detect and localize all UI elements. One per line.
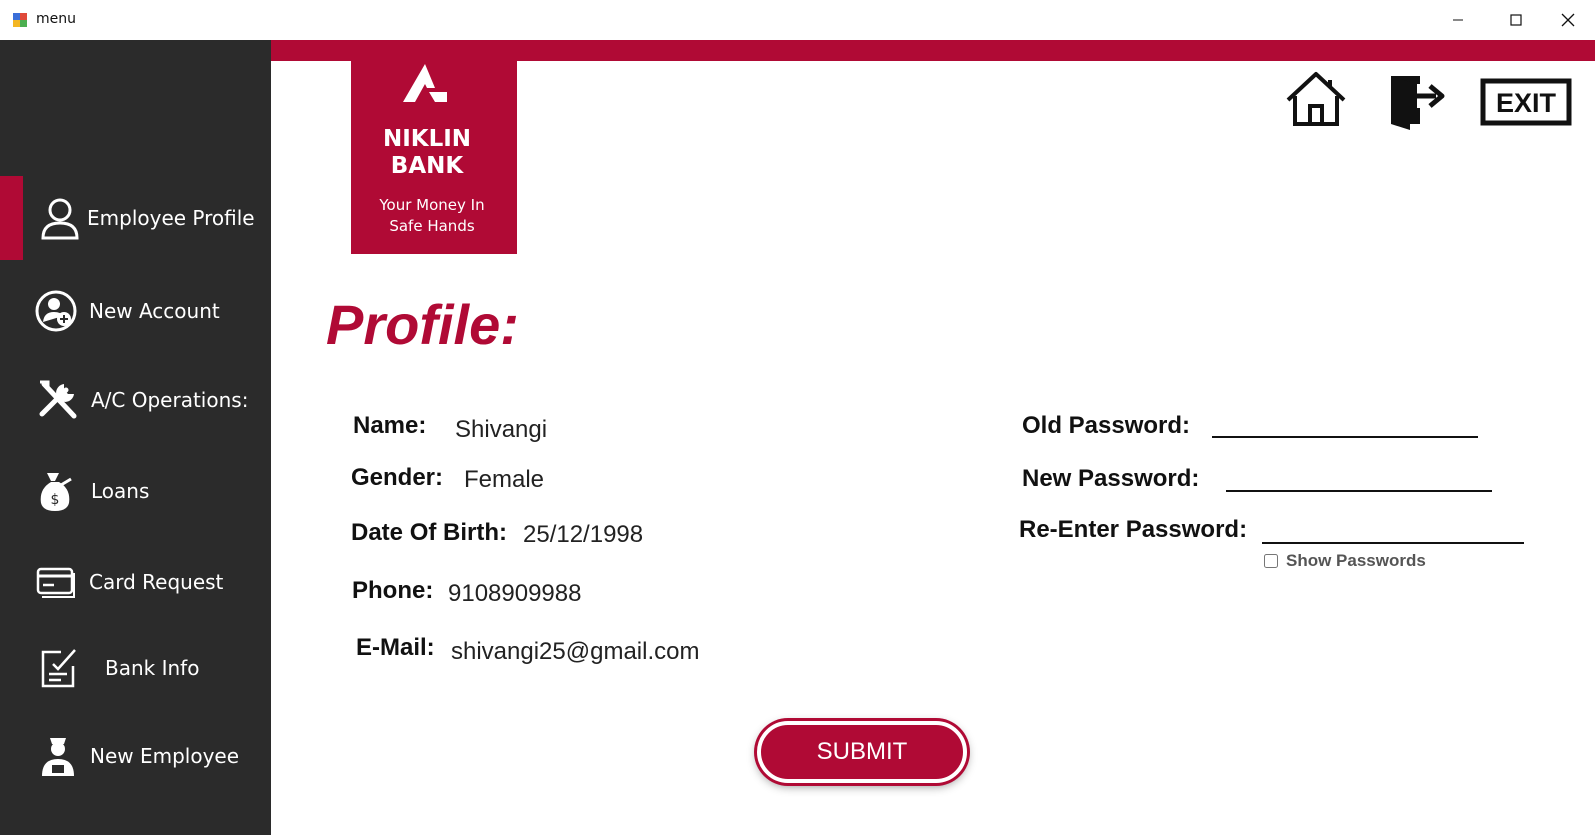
minimize-icon [1453, 19, 1463, 21]
dob-value: 25/12/1998 [523, 521, 644, 548]
reenter-password-field[interactable] [1262, 514, 1524, 544]
logout-icon[interactable] [1388, 70, 1448, 132]
sidebar-item-label: Bank Info [105, 656, 200, 680]
email-label: E-Mail: [356, 634, 435, 661]
bank-name-line-1: NIKLIN [382, 126, 472, 152]
sidebar-item-label: Employee Profile [87, 206, 255, 230]
sidebar-item-new-employee[interactable]: New Employee [0, 714, 271, 798]
sidebar-item-label: Loans [91, 479, 150, 503]
svg-text:$: $ [51, 492, 60, 508]
page-title: Profile: [326, 293, 519, 356]
gender-label: Gender: [351, 464, 444, 491]
sidebar-item-label: Card Request [89, 570, 224, 594]
submit-button[interactable]: SUBMIT [757, 721, 967, 783]
new-password-field[interactable] [1226, 462, 1492, 492]
new-password-label: New Password: [1022, 465, 1200, 492]
card-icon [36, 567, 75, 598]
exit-icon[interactable]: EXIT [1480, 78, 1572, 126]
maximize-icon [1510, 14, 1522, 26]
gender-value: Female [464, 466, 545, 493]
name-label: Name: [353, 412, 427, 439]
name-value: Shivangi [455, 416, 548, 443]
checklist-icon [41, 649, 76, 688]
maximize-button[interactable] [1488, 0, 1544, 40]
bank-logo-mark [403, 64, 447, 102]
show-passwords-toggle[interactable]: Show Passwords [1264, 551, 1426, 571]
show-passwords-label: Show Passwords [1286, 551, 1426, 570]
exit-label: EXIT [1496, 88, 1557, 118]
bank-logo: NIKLIN BANK Your Money In Safe Hands [351, 40, 517, 254]
close-icon [1561, 13, 1575, 27]
bank-name-line-2: BANK [390, 153, 464, 179]
show-passwords-checkbox[interactable] [1264, 554, 1278, 568]
window-title: menu [36, 11, 76, 27]
bank-name: NIKLIN BANK [351, 126, 503, 180]
home-icon[interactable] [1284, 70, 1348, 128]
old-password-field[interactable] [1212, 408, 1478, 438]
sidebar-item-employee-profile[interactable]: Employee Profile [0, 176, 271, 260]
user-icon [41, 198, 79, 240]
phone-value: 9108909988 [448, 580, 582, 607]
employee-icon [42, 738, 74, 776]
sidebar-item-ac-operations[interactable]: A/C Operations: [0, 358, 271, 442]
sidebar-item-card-request[interactable]: Card Request [0, 540, 271, 624]
phone-label: Phone: [352, 577, 434, 604]
app-icon [13, 13, 27, 27]
email-value: shivangi25@gmail.com [451, 638, 700, 665]
money-bag-icon: $ [40, 473, 72, 511]
sidebar-item-label: New Account [89, 299, 220, 323]
window-titlebar: menu [0, 0, 1595, 41]
bank-tagline: Your Money In Safe Hands [351, 195, 513, 237]
add-user-icon [35, 290, 77, 332]
close-button[interactable] [1540, 0, 1595, 40]
sidebar-item-label: A/C Operations: [91, 388, 249, 412]
sidebar-item-label: New Employee [90, 744, 240, 768]
tools-icon [39, 380, 77, 419]
bank-tagline-line-2: Safe Hands [389, 217, 475, 235]
sidebar-item-bank-info[interactable]: Bank Info [0, 626, 271, 710]
dob-label: Date Of Birth: [351, 519, 507, 546]
bank-tagline-line-1: Your Money In [379, 196, 485, 214]
sidebar-item-new-account[interactable]: New Account [0, 269, 271, 353]
minimize-button[interactable] [1430, 0, 1486, 40]
old-password-label: Old Password: [1022, 412, 1191, 439]
reenter-password-label: Re-Enter Password: [1019, 516, 1248, 543]
active-indicator [0, 176, 23, 260]
sidebar: Employee Profile New Account A/C Operati… [0, 40, 271, 835]
sidebar-item-loans[interactable]: $ Loans [0, 449, 271, 533]
